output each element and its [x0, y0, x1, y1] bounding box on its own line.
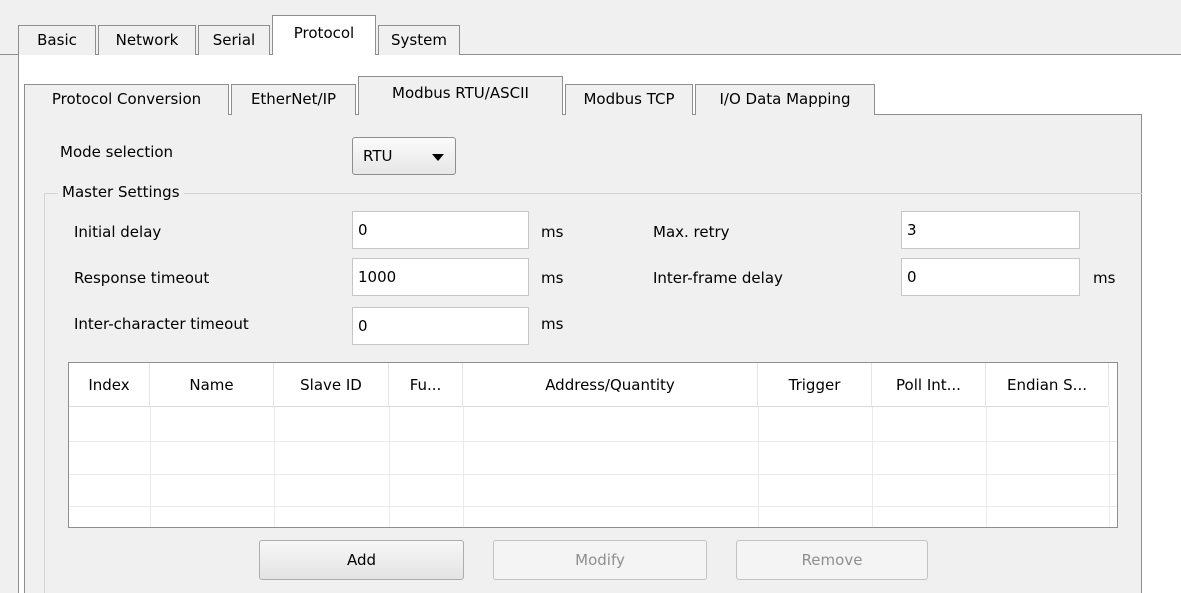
slave-command-table[interactable]: Index Name Slave ID Fu... Address/Quanti…: [68, 362, 1118, 528]
column-header-address-quantity[interactable]: Address/Quantity: [463, 363, 758, 407]
inter-frame-delay-unit: ms: [1093, 269, 1116, 287]
remove-button[interactable]: Remove: [736, 540, 928, 580]
mode-select[interactable]: RTU: [352, 137, 456, 175]
tab-serial[interactable]: Serial: [198, 25, 270, 55]
column-header-name[interactable]: Name: [150, 363, 274, 407]
subtab-io-data-mapping[interactable]: I/O Data Mapping: [695, 84, 875, 115]
tab-basic[interactable]: Basic: [18, 25, 96, 55]
grid-col-line: [758, 407, 759, 527]
column-header-trigger[interactable]: Trigger: [758, 363, 872, 407]
column-header-function[interactable]: Fu...: [389, 363, 463, 407]
subtab-modbus-tcp[interactable]: Modbus TCP: [565, 84, 693, 115]
subtab-ethernet-ip[interactable]: EtherNet/IP: [231, 84, 356, 115]
inter-character-timeout-unit: ms: [541, 315, 564, 333]
mode-select-value: RTU: [363, 147, 393, 165]
grid-col-line: [463, 407, 464, 527]
initial-delay-unit: ms: [541, 223, 564, 241]
master-settings-title: Master Settings: [58, 182, 184, 202]
tab-system[interactable]: System: [378, 25, 460, 55]
mode-selection-label: Mode selection: [60, 143, 174, 161]
grid-col-line: [389, 407, 390, 527]
add-button[interactable]: Add: [259, 540, 464, 580]
inter-frame-delay-input[interactable]: 0: [901, 258, 1080, 296]
inter-character-timeout-label: Inter-character timeout: [74, 315, 249, 333]
column-header-slave-id[interactable]: Slave ID: [274, 363, 389, 407]
inter-frame-delay-label: Inter-frame delay: [653, 269, 783, 287]
column-header-endian-swap[interactable]: Endian S...: [986, 363, 1109, 407]
response-timeout-unit: ms: [541, 269, 564, 287]
initial-delay-input[interactable]: 0: [352, 211, 529, 249]
grid-row-line: [69, 506, 1117, 507]
grid-col-line: [872, 407, 873, 527]
tab-network[interactable]: Network: [98, 25, 196, 55]
grid-row-line: [69, 474, 1117, 475]
max-retry-label: Max. retry: [653, 223, 730, 241]
tab-protocol[interactable]: Protocol: [272, 15, 376, 57]
grid-col-line: [274, 407, 275, 527]
grid-row-line: [69, 441, 1117, 442]
initial-delay-label: Initial delay: [74, 223, 162, 241]
grid-col-line: [1109, 407, 1110, 527]
response-timeout-input[interactable]: 1000: [352, 258, 529, 296]
subtab-protocol-conversion[interactable]: Protocol Conversion: [24, 84, 229, 115]
response-timeout-label: Response timeout: [74, 269, 210, 287]
subtab-modbus-rtu-ascii[interactable]: Modbus RTU/ASCII: [358, 76, 563, 117]
grid-col-line: [150, 407, 151, 527]
column-header-poll-interval[interactable]: Poll Int...: [872, 363, 986, 407]
table-header: Index Name Slave ID Fu... Address/Quanti…: [69, 363, 1109, 407]
inter-character-timeout-input[interactable]: 0: [352, 307, 529, 345]
modify-button[interactable]: Modify: [493, 540, 707, 580]
max-retry-input[interactable]: 3: [901, 211, 1080, 249]
grid-col-line: [986, 407, 987, 527]
column-header-index[interactable]: Index: [69, 363, 150, 407]
chevron-down-icon: [432, 154, 444, 161]
